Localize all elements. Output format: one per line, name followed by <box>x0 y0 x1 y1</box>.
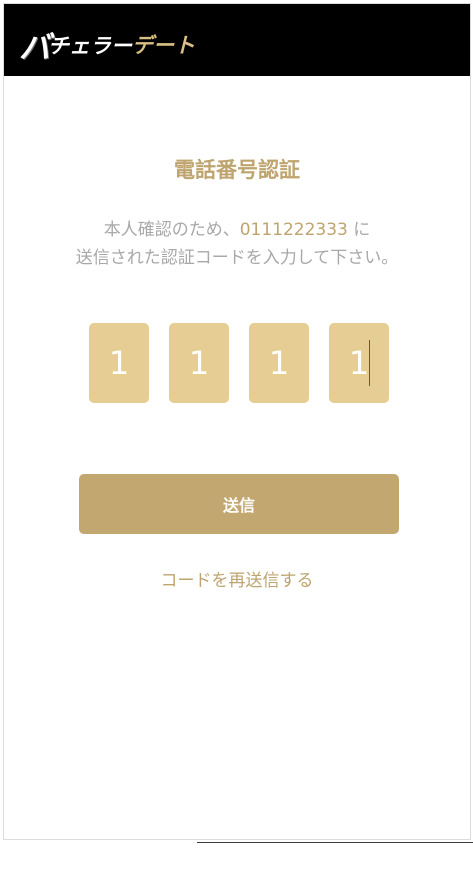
code-digit-4-value: 1 <box>348 344 370 382</box>
submit-button[interactable]: 送信 <box>79 474 399 534</box>
logo[interactable]: バチェラーデート <box>19 22 195 66</box>
logo-initial: バ <box>19 30 50 66</box>
code-input-group: 1 1 1 1 <box>89 323 389 403</box>
instruction-line-1: 本人確認のため、0111222333 に <box>4 216 470 244</box>
instruction-line-2: 送信された認証コードを入力して下さい。 <box>75 248 399 268</box>
instruction-text: 本人確認のため、0111222333 に 送信された認証コードを入力して下さい。 <box>4 216 470 272</box>
bottom-divider <box>197 842 473 843</box>
code-digit-2[interactable]: 1 <box>169 323 229 403</box>
header: バチェラーデート <box>4 4 470 76</box>
code-digit-1[interactable]: 1 <box>89 323 149 403</box>
text-caret <box>369 340 370 386</box>
logo-text-white: チェラー <box>48 33 132 58</box>
logo-text-gold: デート <box>132 33 195 58</box>
code-digit-4[interactable]: 1 <box>329 323 389 403</box>
instruction-suffix: に <box>347 220 371 240</box>
code-digit-3[interactable]: 1 <box>249 323 309 403</box>
instruction-prefix: 本人確認のため、 <box>103 220 240 240</box>
resend-code-link[interactable]: コードを再送信する <box>4 566 470 591</box>
phone-number: 0111222333 <box>239 220 348 240</box>
page-title: 電話番号認証 <box>174 158 300 182</box>
app-frame: バチェラーデート 電話番号認証 本人確認のため、0111222333 に 送信さ… <box>3 3 471 840</box>
